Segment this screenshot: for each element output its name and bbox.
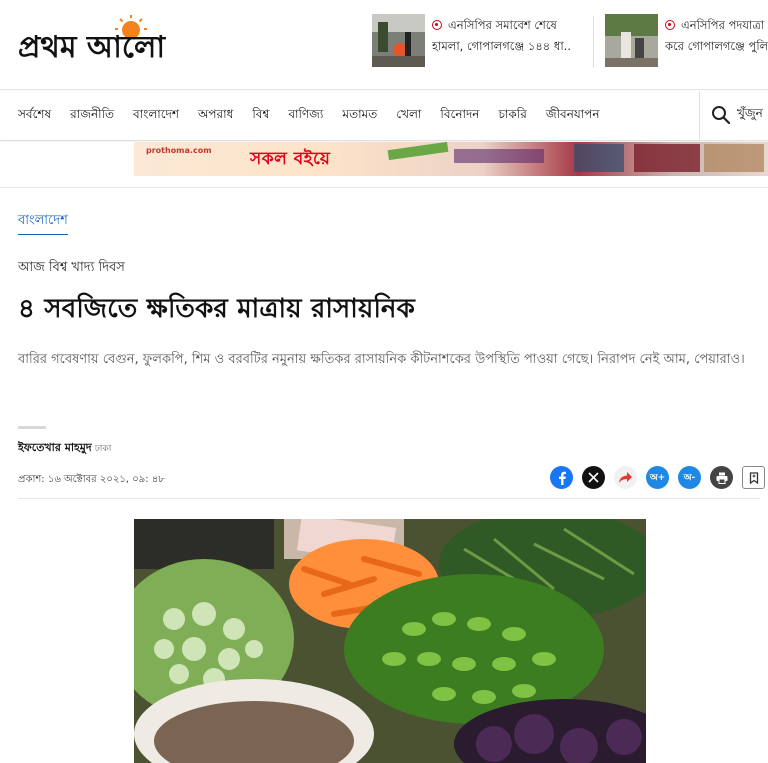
nav-item-lifestyle[interactable]: জীবনযাপন	[546, 106, 600, 126]
facebook-icon	[558, 471, 566, 485]
facebook-share-button[interactable]	[550, 466, 573, 489]
nav-item-bangladesh[interactable]: বাংলাদেশ	[133, 106, 179, 126]
search-label: খুঁজুন	[737, 106, 763, 120]
nav-item-entertainment[interactable]: বিনোদন	[440, 106, 479, 126]
author-divider	[18, 426, 46, 429]
ad-banner[interactable]: prothoma.com সকল বইয়ে	[134, 142, 768, 176]
nav-item-business[interactable]: বাণিজ্য	[288, 106, 323, 126]
news-line1: এনসিপির সমাবেশ শেষে	[448, 18, 557, 32]
print-button[interactable]	[710, 466, 733, 489]
header-news-card-1[interactable]: এনসিপির সমাবেশ শেষে হামলা, গোপালগঞ্জে ১৪…	[372, 14, 587, 70]
font-decrease-button[interactable]: অ-	[678, 466, 701, 489]
share-icon	[619, 472, 632, 483]
article-featured-image[interactable]	[134, 519, 646, 763]
share-button[interactable]	[614, 466, 637, 489]
share-toolbar: অ+ অ-	[550, 466, 765, 489]
ad-book-image	[574, 144, 624, 172]
news-thumbnail-1	[372, 14, 425, 67]
logo-text: প্রথম আলো	[18, 30, 166, 65]
bookmark-icon	[749, 471, 758, 484]
font-increase-icon: অ+	[649, 473, 666, 483]
section-link[interactable]: বাংলাদেশ	[18, 211, 68, 235]
prothom-alo-logo: প্রথম আলো	[18, 15, 166, 65]
author-byline: ইফতেখার মাহমুদ ঢাকা	[18, 439, 111, 458]
news-line2: করে গোপালগঞ্জে পুলি	[665, 39, 768, 53]
nav-item-jobs[interactable]: চাকরি	[498, 106, 526, 126]
search-icon	[712, 106, 731, 125]
site-logo[interactable]: প্রথম আলো	[18, 12, 248, 72]
nav-item-opinion[interactable]: মতামত	[342, 106, 377, 126]
ad-graphic	[454, 149, 544, 163]
author-location: ঢাকা	[94, 444, 112, 454]
font-increase-button[interactable]: অ+	[646, 466, 669, 489]
nav-item-latest[interactable]: সর্বশেষ	[18, 106, 51, 126]
ad-slogan: সকল বইয়ে	[250, 149, 331, 169]
nav-item-sports[interactable]: খেলা	[396, 106, 421, 126]
nav-item-world[interactable]: বিশ্ব	[252, 106, 269, 126]
article-headline: ৪ সবজিতে ক্ষতিকর মাত্রায় রাসায়নিক	[18, 294, 416, 324]
search-button[interactable]: খুঁজুন	[711, 105, 763, 125]
article-summary: বারির গবেষণায় বেগুন, ফুলকপি, শিম ও বরবট…	[18, 352, 745, 367]
x-share-button[interactable]	[582, 466, 605, 489]
news-line2: হামলা, গোপালগঞ্জে ১৪৪ ধা...	[432, 39, 572, 53]
nav-menu: সর্বশেষ রাজনীতি বাংলাদেশ অপরাধ বিশ্ব বাণ…	[18, 91, 619, 141]
bookmark-button[interactable]	[742, 466, 765, 489]
ad-book-image	[704, 144, 764, 172]
nav-item-politics[interactable]: রাজনীতি	[70, 106, 114, 126]
news-line1: এনসিপির পদযাত্রা	[681, 18, 765, 32]
article-kicker: আজ বিশ্ব খাদ্য দিবস	[18, 260, 125, 275]
header-divider	[593, 16, 594, 68]
live-icon	[665, 20, 675, 30]
ad-book-image	[634, 144, 700, 172]
main-navigation: সর্বশেষ রাজনীতি বাংলাদেশ অপরাধ বিশ্ব বাণ…	[0, 91, 768, 141]
x-icon	[588, 472, 599, 483]
live-icon	[432, 20, 442, 30]
nav-divider	[699, 91, 700, 141]
publish-date: প্রকাশ: ১৬ অক্টোবর ২০২১, ০৯: ৪৮	[18, 474, 165, 485]
article-divider	[18, 498, 760, 499]
ad-band: prothoma.com সকল বইয়ে	[0, 142, 768, 188]
nav-item-crime[interactable]: অপরাধ	[198, 106, 233, 126]
print-icon	[716, 472, 727, 484]
ad-brand: prothoma.com	[146, 146, 212, 155]
news-thumbnail-2	[605, 14, 658, 67]
author-name[interactable]: ইফতেখার মাহমুদ	[18, 441, 92, 454]
header-news-card-2[interactable]: এনসিপির পদযাত্রা করে গোপালগঞ্জে পুলি	[605, 14, 768, 70]
vegetables-photo	[134, 519, 646, 763]
site-header: প্রথম আলো এনসিপির সমাবেশ শেষে হামলা, গোপ…	[0, 0, 768, 90]
font-decrease-icon: অ-	[683, 473, 696, 483]
ad-graphic	[387, 142, 449, 161]
